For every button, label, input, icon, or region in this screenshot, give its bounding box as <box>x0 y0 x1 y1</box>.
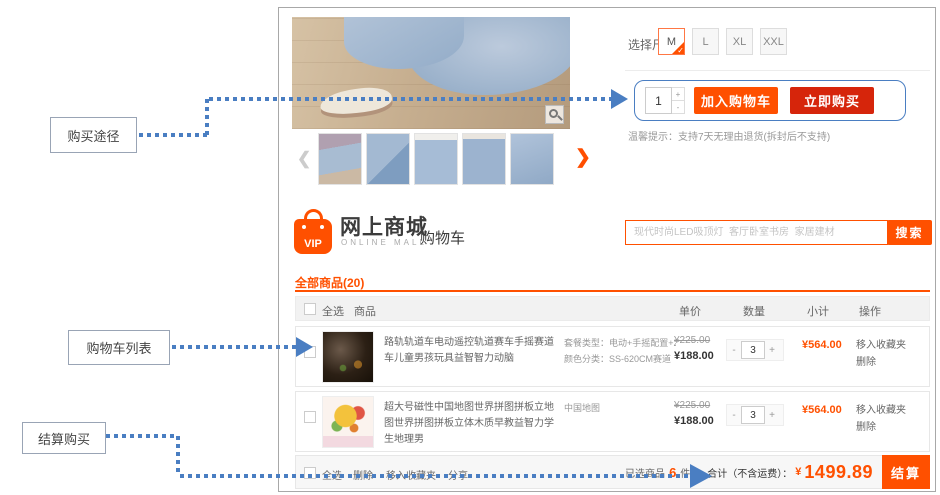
search-button[interactable]: 搜索 <box>887 220 932 245</box>
product-image-map[interactable] <box>322 396 374 448</box>
callout-checkout: 结算购买 <box>22 422 106 454</box>
table-header: 全选 商品 单价 数量 小计 操作 <box>295 296 930 321</box>
total-label: 合计（不含运费）： <box>707 465 792 480</box>
move-to-favorites-link[interactable]: 移入收藏夹 <box>856 401 906 416</box>
product-main-image <box>292 17 570 129</box>
tab-underline <box>295 290 930 292</box>
increase-button[interactable]: + <box>765 410 779 421</box>
size-option-label: XL <box>733 36 746 48</box>
checkout-button[interactable]: 结算 <box>882 455 930 489</box>
column-unit-price: 单价 <box>679 303 701 319</box>
total-amount: 1499.89 <box>804 462 873 483</box>
chevron-right-icon[interactable]: ❯ <box>575 148 591 167</box>
magnifier-handle <box>557 115 563 121</box>
product-spec: 颜色分类：SS-620CM赛道 <box>564 351 676 367</box>
bag-body: VIP <box>294 219 332 254</box>
column-quantity: 数量 <box>743 303 765 319</box>
move-to-favorites-link[interactable]: 移入收藏夹 <box>856 336 906 351</box>
product-thumbnail[interactable] <box>414 133 458 185</box>
size-option-l[interactable]: L <box>692 28 719 55</box>
dotted-connector <box>106 434 178 438</box>
dotted-connector <box>180 474 690 478</box>
cart-row: 超大号磁性中国地图世界拼图拼板立地图世界拼图拼板立体木质早教益智力学生地理男 中… <box>295 391 930 452</box>
page-title: 购物车 <box>420 227 465 248</box>
annotation-highlight-box <box>634 80 906 121</box>
chevron-left-icon[interactable]: ❮ <box>297 150 311 167</box>
delete-link[interactable]: 删除 <box>856 418 876 433</box>
unit-price: ¥188.00 <box>674 415 714 427</box>
selected-check-icon: ✓ <box>677 46 684 55</box>
product-thumbnail[interactable] <box>318 133 362 185</box>
row-quantity-input[interactable] <box>741 341 765 359</box>
slipper-image-part <box>319 85 393 118</box>
dotted-connector <box>139 133 207 137</box>
decrease-button[interactable]: - <box>727 410 741 421</box>
callout-purchase-path: 购买途径 <box>50 117 137 153</box>
column-subtotal: 小计 <box>807 303 829 319</box>
column-product: 商品 <box>354 303 376 319</box>
old-price: ¥225.00 <box>674 335 710 346</box>
dotted-connector <box>209 97 611 101</box>
size-option-m[interactable]: M ✓ <box>658 28 685 55</box>
row-subtotal: ¥564.00 <box>802 339 842 351</box>
cart-footer-bar: 全选 删除 移入收藏夹 分享 已选商品 6 件 合计（不含运费）： ¥ 1499… <box>295 455 930 489</box>
product-spec: 中国地图 <box>564 400 676 416</box>
vip-bag-logo-icon: VIP <box>294 209 334 255</box>
divider <box>625 70 930 71</box>
product-image-racetrack[interactable] <box>322 331 374 383</box>
size-selector: M ✓ L XL XXL <box>658 28 787 55</box>
tab-all-products[interactable]: 全部商品(20) <box>295 274 364 291</box>
row-subtotal: ¥564.00 <box>802 404 842 416</box>
unit-price: ¥188.00 <box>674 350 714 362</box>
delete-link[interactable]: 删除 <box>856 353 876 368</box>
cart-row: 路轨轨道车电动遥控轨道赛车手摇赛道车儿童男孩玩具益智智力动脑 套餐类型：电动+手… <box>295 326 930 387</box>
magnifier-icon[interactable] <box>545 105 564 124</box>
return-policy-tip: 温馨提示：支持7天无理由退货(拆封后不支持) <box>628 128 830 143</box>
currency-symbol: ¥ <box>795 466 801 478</box>
size-option-label: XXL <box>763 36 784 48</box>
callout-cart-list: 购物车列表 <box>68 330 170 365</box>
logo-vip-text: VIP <box>294 238 332 250</box>
arrow-right-icon <box>611 89 628 109</box>
size-option-label: L <box>702 36 708 48</box>
select-all-checkbox[interactable] <box>304 303 316 315</box>
product-thumbnail[interactable] <box>510 133 554 185</box>
logo-subtitle: ONLINE MALL <box>341 238 427 247</box>
logo-title: 网上商城 <box>340 211 428 241</box>
product-thumbnail[interactable] <box>366 133 410 185</box>
row-checkbox[interactable] <box>304 411 316 423</box>
dotted-connector <box>172 345 296 349</box>
arrow-right-icon <box>690 464 712 488</box>
arrow-right-icon <box>296 337 313 357</box>
old-price: ¥225.00 <box>674 400 710 411</box>
column-action: 操作 <box>859 303 881 319</box>
product-title[interactable]: 路轨轨道车电动遥控轨道赛车手摇赛道车儿童男孩玩具益智智力动脑 <box>384 335 556 367</box>
row-quantity-input[interactable] <box>741 406 765 424</box>
increase-button[interactable]: + <box>765 345 779 356</box>
search-input[interactable] <box>625 220 888 245</box>
dotted-connector <box>176 436 180 476</box>
product-thumbnail[interactable] <box>462 133 506 185</box>
product-title[interactable]: 超大号磁性中国地图世界拼图拼板立地图世界拼图拼板立体木质早教益智力学生地理男 <box>384 400 556 448</box>
totals-area: 已选商品 6 件 合计（不含运费）： ¥ 1499.89 <box>625 456 873 488</box>
page: ❮ ❯ 选择尺码: M ✓ L XL XXL + - 加入购物车 立即购买 温馨… <box>0 0 940 495</box>
row-quantity-stepper: - + <box>726 339 784 361</box>
size-option-xxl[interactable]: XXL <box>760 28 787 55</box>
bag-dot <box>320 225 324 229</box>
dotted-connector <box>205 99 209 137</box>
size-option-xl[interactable]: XL <box>726 28 753 55</box>
product-spec: 套餐类型：电动+手摇配置+2车 <box>564 335 676 351</box>
column-select-all: 全选 <box>322 303 344 319</box>
thumbnail-strip <box>318 133 554 185</box>
decrease-button[interactable]: - <box>727 345 741 356</box>
row-quantity-stepper: - + <box>726 404 784 426</box>
bag-dot <box>302 225 306 229</box>
